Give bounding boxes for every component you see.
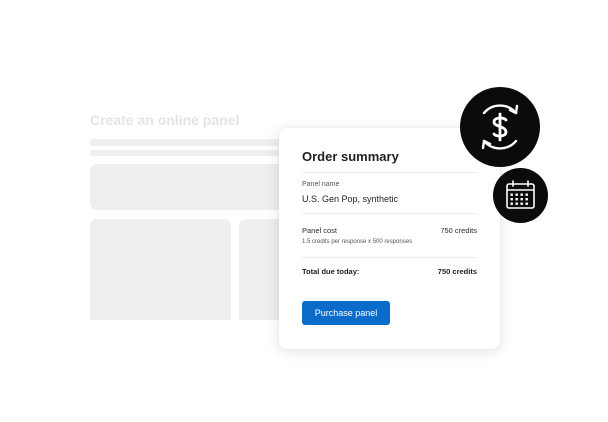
placeholder-block (90, 164, 300, 210)
divider (302, 257, 477, 258)
background-page-title: Create an online panel (90, 112, 240, 128)
placeholder-card (90, 219, 231, 320)
divider (302, 213, 477, 214)
total-due-value: 750 credits (437, 267, 477, 276)
placeholder-line (90, 150, 300, 156)
panel-name-label: Panel name (302, 181, 340, 188)
dollar-refresh-icon (460, 87, 540, 167)
purchase-panel-button[interactable]: Purchase panel (302, 301, 390, 325)
panel-cost-detail: 1.5 credits per response x 500 responses (302, 239, 413, 245)
panel-name-value: U.S. Gen Pop, synthetic (302, 194, 399, 204)
divider (302, 172, 477, 173)
calendar-icon (493, 168, 548, 223)
placeholder-line (90, 139, 300, 146)
panel-cost-label: Panel cost (302, 226, 338, 235)
total-due-label: Total due today: (302, 267, 360, 276)
order-summary-title: Order summary (302, 149, 399, 164)
panel-cost-value: 750 credits (440, 226, 477, 235)
